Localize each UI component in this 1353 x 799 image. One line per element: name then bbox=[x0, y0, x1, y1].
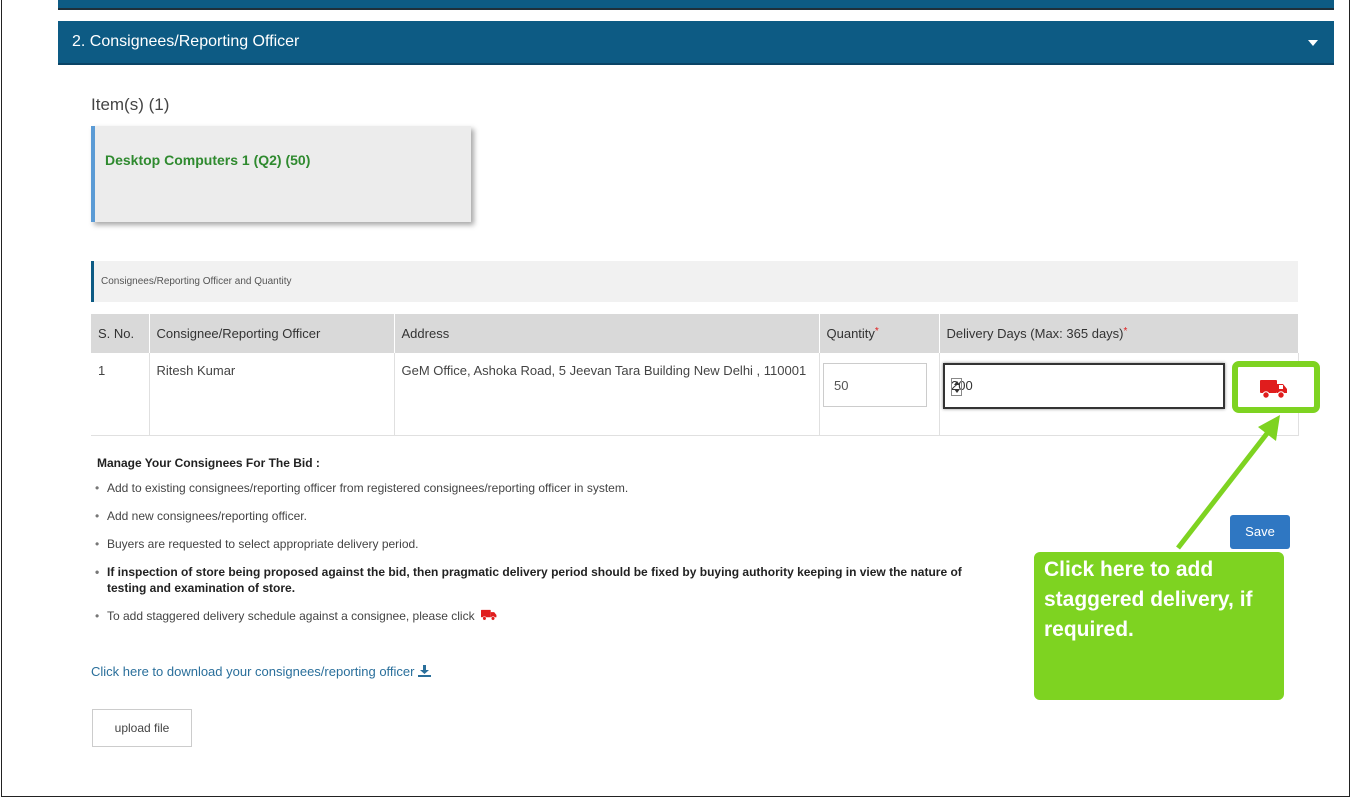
cell-consignee: Ritesh Kumar bbox=[149, 353, 395, 436]
delivery-days-input[interactable]: 200 bbox=[943, 363, 1225, 409]
quantity-input[interactable]: 50 bbox=[823, 363, 927, 407]
list-item: Add to existing consignees/reporting off… bbox=[91, 480, 991, 496]
caret-down-icon[interactable] bbox=[1308, 40, 1318, 46]
download-icon bbox=[418, 665, 432, 677]
spinner-icon[interactable] bbox=[951, 378, 962, 396]
consignees-panel-header[interactable]: 2. Consignees/Reporting Officer bbox=[58, 21, 1334, 65]
cell-address: GeM Office, Ashoka Road, 5 Jeevan Tara B… bbox=[394, 353, 820, 436]
header-sno: S. No. bbox=[91, 314, 150, 353]
manage-title: Manage Your Consignees For The Bid : bbox=[97, 456, 320, 470]
header-delivery-days: Delivery Days (Max: 365 days)* bbox=[939, 314, 1299, 353]
callout-box: Click here to add staggered delivery, if… bbox=[1032, 550, 1286, 702]
header-address: Address bbox=[394, 314, 820, 353]
cell-sno: 1 bbox=[91, 353, 150, 436]
items-label: Item(s) (1) bbox=[91, 95, 170, 114]
list-item: Add new consignees/reporting officer. bbox=[91, 508, 991, 524]
panel-title: 2. Consignees/Reporting Officer bbox=[72, 33, 300, 50]
header-consignee: Consignee/Reporting Officer bbox=[149, 314, 395, 353]
item-card-text: Desktop Computers 1 (Q2) (50) bbox=[105, 152, 311, 168]
section-bar: Consignees/Reporting Officer and Quantit… bbox=[91, 261, 1298, 302]
section-title: Consignees/Reporting Officer and Quantit… bbox=[101, 276, 292, 287]
list-item: To add staggered delivery schedule again… bbox=[91, 608, 991, 624]
truck-icon[interactable] bbox=[480, 609, 497, 621]
list-item: If inspection of store being proposed ag… bbox=[91, 564, 991, 596]
header-quantity: Quantity* bbox=[819, 314, 940, 353]
download-consignees-link[interactable]: Click here to download your consignees/r… bbox=[91, 664, 432, 679]
upload-file-button[interactable]: upload file bbox=[92, 709, 192, 747]
quantity-value: 50 bbox=[834, 378, 849, 393]
instructions-list: Add to existing consignees/reporting off… bbox=[91, 480, 991, 636]
callout-arrow bbox=[1176, 415, 1280, 550]
truck-icon bbox=[1260, 380, 1287, 399]
list-item: Buyers are requested to select appropria… bbox=[91, 536, 991, 552]
item-card[interactable]: Desktop Computers 1 (Q2) (50) bbox=[91, 126, 471, 222]
previous-panel-edge bbox=[58, 0, 1334, 10]
